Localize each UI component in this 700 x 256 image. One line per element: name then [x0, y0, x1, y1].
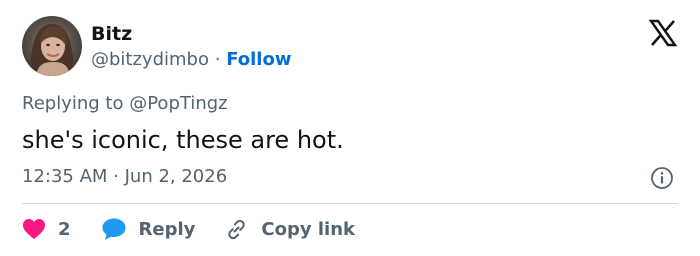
- like-button[interactable]: 2: [22, 218, 71, 240]
- replying-to: Replying to @PopTingz: [22, 92, 228, 116]
- x-logo-icon[interactable]: [648, 18, 678, 48]
- copy-link-label: Copy link: [261, 218, 355, 240]
- reply-button[interactable]: Reply: [101, 217, 196, 241]
- author-handle-row: @bitzydimbo · Follow: [91, 48, 291, 72]
- copy-link-button[interactable]: Copy link: [223, 217, 355, 241]
- tweet-card: Bitz @bitzydimbo · Follow Replying to @P…: [0, 0, 700, 256]
- speech-bubble-icon: [102, 218, 126, 240]
- like-count: 2: [58, 218, 71, 240]
- replying-to-prefix: Replying to: [22, 93, 124, 114]
- link-icon: [228, 219, 246, 240]
- avatar[interactable]: [22, 16, 82, 76]
- tweet-timestamp[interactable]: 12:35 AM · Jun 2, 2026: [22, 165, 227, 189]
- replying-to-mention[interactable]: @PopTingz: [129, 93, 227, 114]
- follow-button[interactable]: Follow: [226, 49, 291, 70]
- author-handle[interactable]: @bitzydimbo: [91, 49, 209, 70]
- tweet-text: she's iconic, these are hot.: [22, 126, 344, 154]
- heart-icon: [23, 219, 45, 239]
- action-bar: 2 Reply Copy link: [22, 214, 355, 244]
- separator-dot: ·: [214, 49, 221, 70]
- info-icon[interactable]: [650, 166, 674, 190]
- author-name[interactable]: Bitz: [91, 22, 132, 46]
- divider: [22, 203, 678, 204]
- avatar-image: [22, 16, 82, 76]
- reply-label: Reply: [138, 218, 196, 240]
